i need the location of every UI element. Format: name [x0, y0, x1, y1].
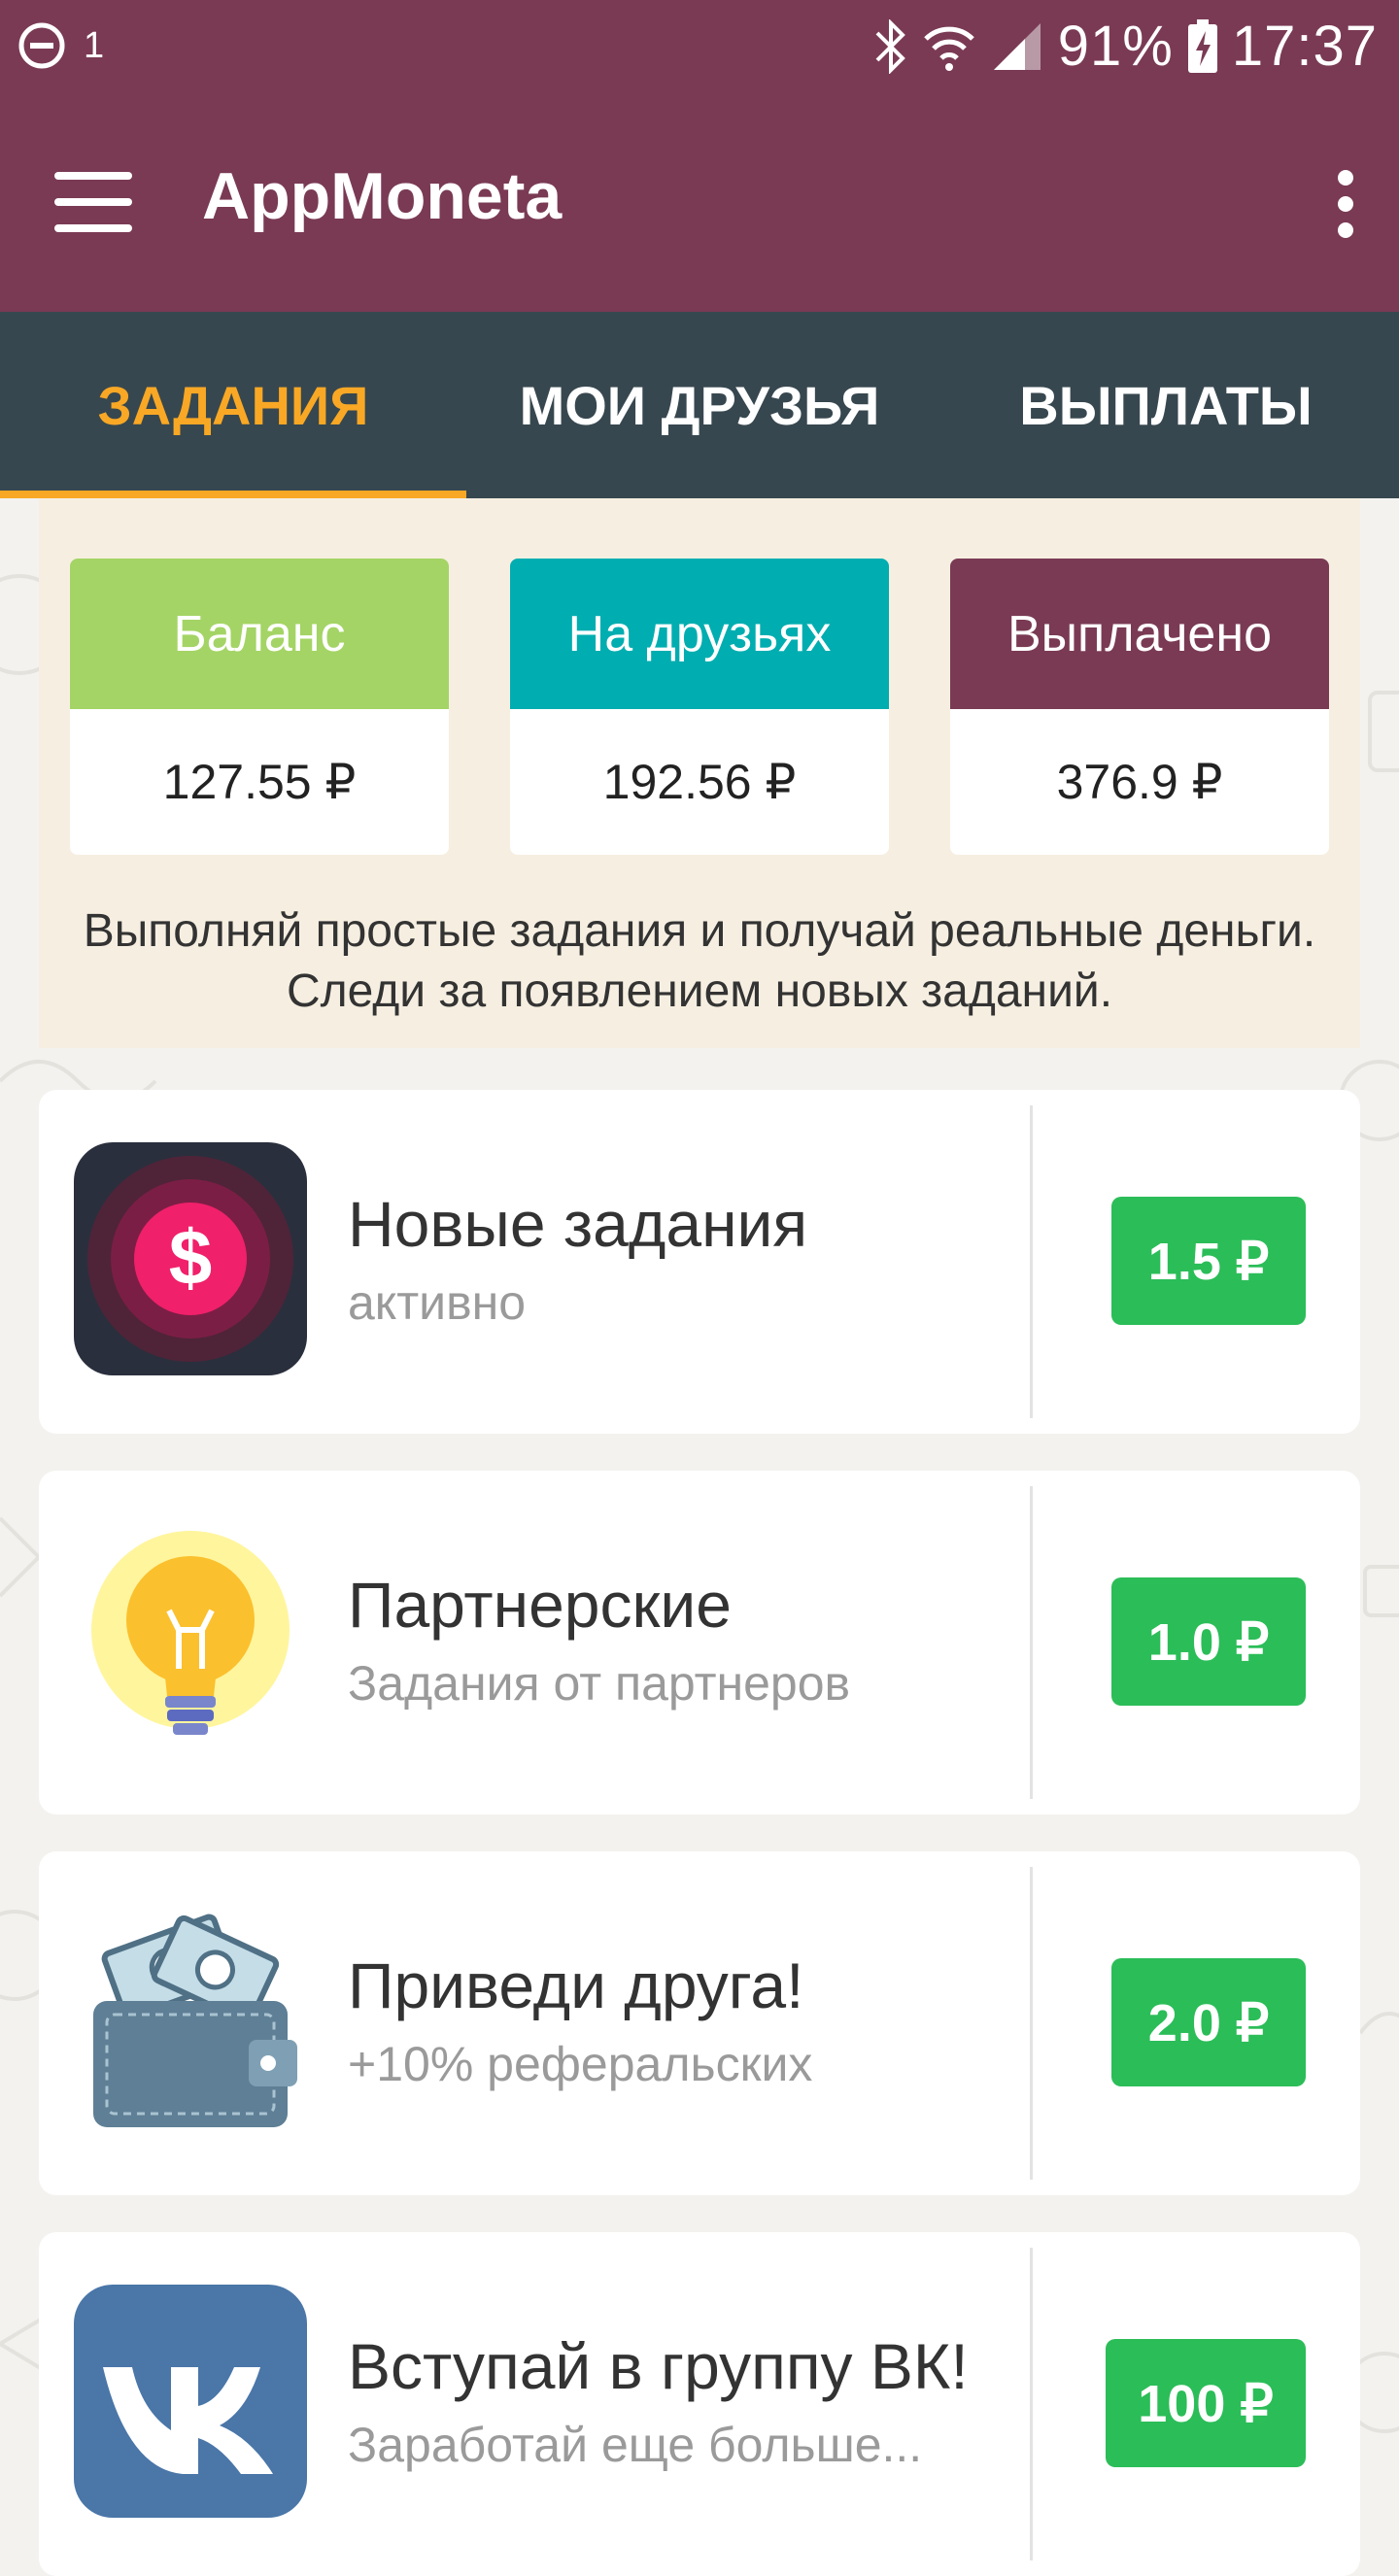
task-item[interactable]: Приведи друга! +10% реферальских 2.0 ₽: [39, 1851, 1360, 2195]
task-subtitle: +10% реферальских: [348, 2037, 813, 2091]
friends-earnings-label: На друзьях: [510, 559, 889, 709]
dollar-coin-icon: $: [74, 1142, 307, 1375]
signal-icon: [993, 22, 1041, 70]
tab-payouts[interactable]: ВЫПЛАТЫ: [933, 312, 1399, 498]
menu-icon[interactable]: [54, 172, 132, 232]
reward-button[interactable]: 1.5 ₽: [1111, 1197, 1306, 1325]
tab-tasks[interactable]: ЗАДАНИЯ: [0, 312, 466, 498]
do-not-disturb-icon: [18, 22, 65, 69]
paid-out-card: Выплачено 376.9 ₽: [950, 559, 1329, 855]
more-options-icon[interactable]: [1331, 170, 1360, 238]
task-subtitle: активно: [348, 1275, 527, 1330]
clock: 17:37: [1231, 15, 1378, 78]
svg-text:$: $: [169, 1214, 213, 1301]
wallet-icon: [93, 1914, 297, 2127]
battery-charging-icon: [1187, 18, 1217, 73]
divider: [1030, 1867, 1033, 2180]
task-title: Приведи друга!: [348, 1949, 804, 2021]
app-bar: AppMoneta: [0, 92, 1399, 312]
balance-label: Баланс: [70, 559, 449, 709]
wifi-icon: [923, 26, 974, 71]
stats-description: Выполняй простые задания и получай реаль…: [83, 905, 1316, 1017]
vk-logo-icon: [74, 2285, 307, 2518]
divider: [1030, 1105, 1033, 1418]
friends-earnings-card: На друзьях 192.56 ₽: [510, 559, 889, 855]
reward-button[interactable]: 100 ₽: [1106, 2339, 1306, 2467]
task-title: Партнерские: [348, 1569, 732, 1641]
task-subtitle: Заработай еще больше...: [348, 2418, 923, 2472]
tab-bar: ЗАДАНИЯ МОИ ДРУЗЬЯ ВЫПЛАТЫ: [0, 312, 1399, 498]
divider: [1030, 2248, 1033, 2560]
battery-percent: 91%: [1057, 15, 1174, 78]
paid-out-label: Выплачено: [950, 559, 1329, 709]
status-bar: 1 91% 17:37: [0, 0, 1399, 92]
task-title: Вступай в группу ВК!: [348, 2330, 969, 2402]
task-subtitle: Задания от партнеров: [348, 1656, 851, 1711]
task-item[interactable]: $ Новые задания активно 1.5 ₽: [39, 1090, 1360, 1434]
lightbulb-icon: [91, 1531, 290, 1735]
balance-card: Баланс 127.55 ₽: [70, 559, 449, 855]
friends-earnings-value: 192.56 ₽: [602, 755, 797, 809]
app-title: AppMoneta: [202, 159, 563, 233]
task-item[interactable]: Вступай в группу ВК! Заработай еще больш…: [39, 2232, 1360, 2576]
notification-count: 1: [84, 24, 105, 66]
balance-value: 127.55 ₽: [162, 755, 357, 809]
stats-panel: Баланс 127.55 ₽ На друзьях 192.56 ₽ Выпл…: [39, 498, 1360, 1048]
bluetooth-icon: [875, 18, 905, 74]
paid-out-value: 376.9 ₽: [1056, 755, 1223, 809]
divider: [1030, 1486, 1033, 1799]
tab-my-friends[interactable]: МОИ ДРУЗЬЯ: [466, 312, 933, 498]
reward-button[interactable]: 2.0 ₽: [1111, 1958, 1306, 2086]
reward-button[interactable]: 1.0 ₽: [1111, 1577, 1306, 1706]
task-title: Новые задания: [348, 1188, 808, 1260]
task-item[interactable]: Партнерские Задания от партнеров 1.0 ₽: [39, 1471, 1360, 1814]
